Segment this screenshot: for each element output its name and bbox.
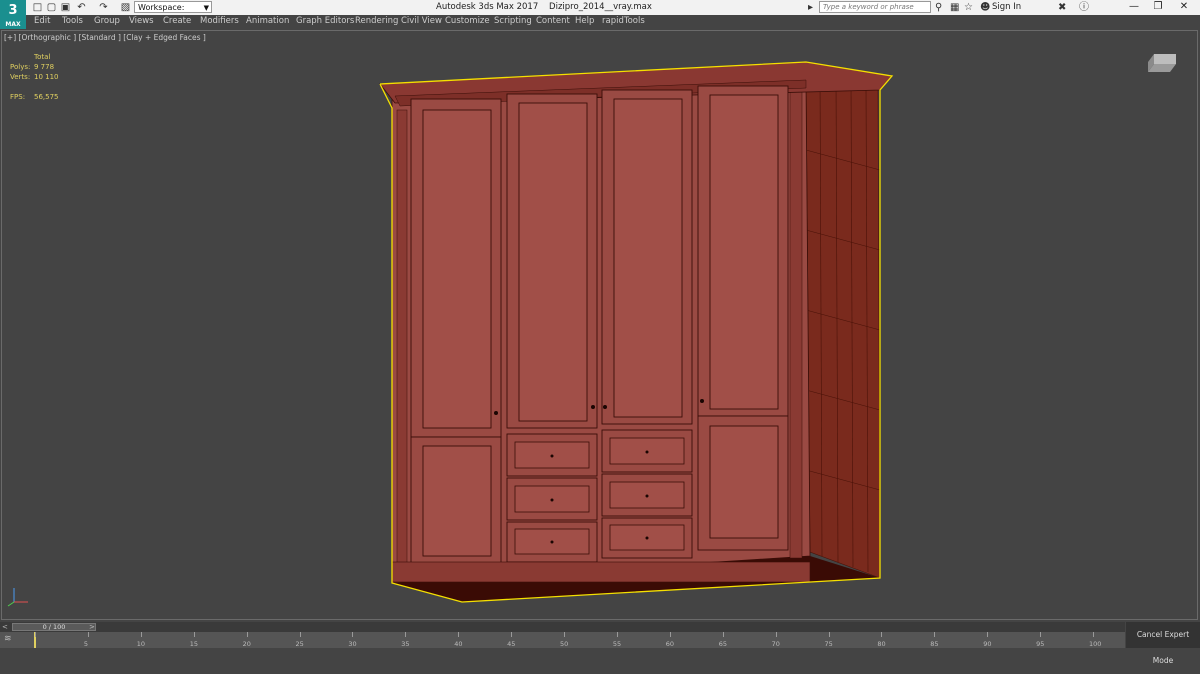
timeline-tick-mark — [405, 632, 407, 637]
time-slider-next-icon[interactable]: > — [89, 623, 95, 631]
wardrobe-model[interactable] — [0, 0, 1200, 648]
timeline-tick-label: 50 — [560, 640, 569, 648]
timeline-tick-label: 10 — [136, 640, 146, 648]
timeline-tick-mark — [299, 632, 301, 637]
timeline-tick-mark — [1040, 632, 1042, 637]
timeline-tick-mark — [564, 632, 565, 637]
timeline-tick-mark — [246, 632, 248, 637]
timeline-tick-mark — [458, 632, 460, 637]
timeline-tick-mark — [616, 632, 618, 637]
timeline-tick-mark — [775, 632, 777, 637]
timeline-tick-label: 20 — [242, 640, 251, 648]
timeline-tick-label: 25 — [295, 640, 304, 648]
timeline-tick-mark — [140, 632, 142, 637]
timeline-tick-label: 85 — [930, 640, 939, 648]
timeline-tick-label: 45 — [507, 640, 516, 648]
time-slider[interactable]: < 0 / 100 > — [0, 622, 1125, 632]
timeline-tick-label: 5 — [83, 640, 89, 648]
timeline-tick-mark — [828, 632, 830, 637]
timeline-tick-label: 65 — [718, 640, 727, 648]
timeline-tick-label: 95 — [1036, 640, 1045, 648]
time-slider-thumb[interactable]: 0 / 100 — [12, 623, 96, 631]
timeline-tick-mark — [511, 632, 513, 637]
timeline-tick-mark — [987, 632, 989, 637]
track-bar[interactable]: ≋ 5 10 15 20 25 30 35 40 45 50 55 60 65 70 75 80 85 90 95 1… — [0, 632, 1125, 648]
timeline-tick-label: 15 — [189, 640, 198, 648]
timeline-tick-mark — [1093, 632, 1094, 637]
cancel-expert-mode-button[interactable]: Cancel Expert Mode — [1126, 622, 1200, 665]
timeline-tick-label: 60 — [665, 640, 675, 648]
timeline-tick-mark — [934, 632, 936, 637]
timeline-tick-label: 100 — [1089, 640, 1102, 648]
curve-editor-icon[interactable]: ≋ — [4, 634, 12, 644]
timeline-tick-mark — [722, 632, 724, 637]
timeline-tick-mark — [352, 632, 354, 637]
timeline-tick-mark — [87, 632, 89, 637]
timeline-tick-label: 70 — [771, 640, 780, 648]
timeline-tick-mark — [881, 632, 883, 637]
timeline-tick-label: 30 — [348, 640, 357, 648]
timeline-tick-mark — [193, 632, 195, 637]
timeline-tick-label: 40 — [454, 640, 463, 648]
timeline-tick-label: 35 — [401, 640, 410, 648]
timeline-tick-label: 55 — [612, 640, 622, 648]
timeline-tick-mark — [669, 632, 671, 637]
timeline-tick-mark — [35, 632, 36, 637]
time-slider-prev-icon[interactable]: < — [2, 623, 10, 631]
timeline-tick-label: 90 — [983, 640, 992, 648]
axis-tripod-icon — [7, 588, 28, 607]
timeline-tick-label: 75 — [824, 640, 833, 648]
viewcube-icon[interactable] — [1142, 50, 1182, 80]
timeline-tick-label: 80 — [877, 640, 886, 648]
